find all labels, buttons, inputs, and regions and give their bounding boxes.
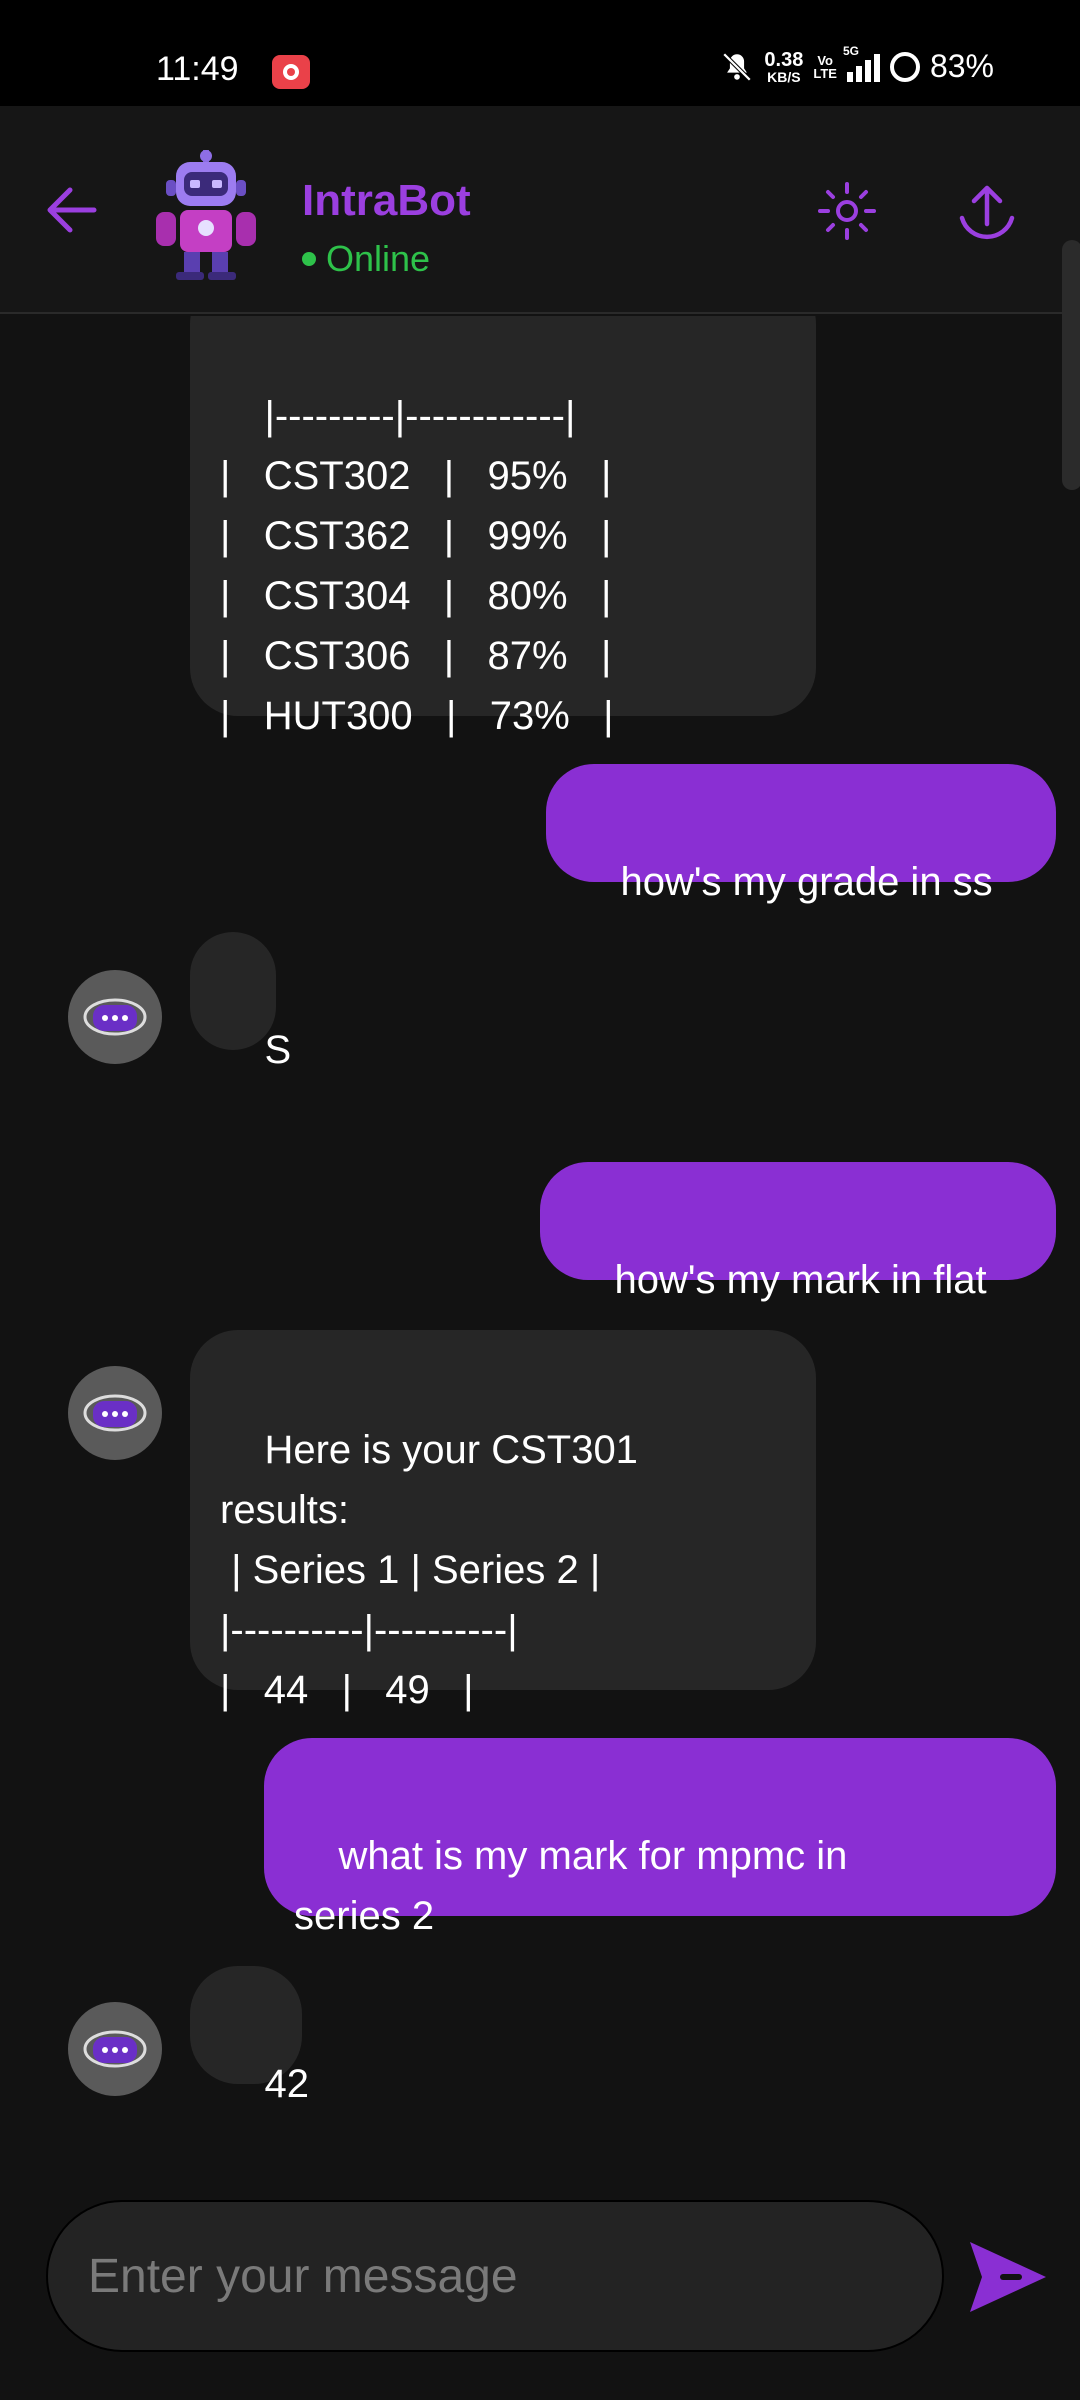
bot-message-text: |---------|------------| | CST302 | 95% … [220,394,614,738]
bot-name: IntraBot [302,176,471,225]
notifications-muted-icon [723,52,752,81]
user-message: what is my mark for mpmc in series 2 [264,1738,1056,1938]
bot-message-text: S [264,1028,292,1072]
network-speed: 0.38 KB/S [764,48,804,85]
bot-avatar [156,150,256,280]
user-message-text: how's my grade in ss [620,860,993,904]
user-message: how's my mark in flat [540,1162,1056,1302]
user-message-text: how's my mark in flat [614,1258,987,1302]
bot-message-text: Here is your CST301 results: | Series 1 … [220,1428,638,1712]
bot-face-icon [83,2030,147,2068]
bot-message: 42 [190,1966,309,2106]
bot-message: Here is your CST301 results: | Series 1 … [190,1330,816,1712]
bot-mini-avatar [68,970,162,1064]
bot-message-text: 42 [264,2062,309,2106]
signal-icon: 5G [843,44,880,82]
status-bar: 11:49 0.38 KB/S Vo LTE 5G 83% [0,0,1080,106]
bot-message: S [190,932,291,1072]
chat-header: IntraBot Online [0,106,1080,314]
bot-mini-avatar [68,2002,162,2096]
message-composer [46,2200,944,2352]
battery-icon [889,51,920,82]
theme-toggle-icon[interactable] [812,176,882,246]
bot-mini-avatar [68,1366,162,1460]
status-icons: 0.38 KB/S Vo LTE 5G 83% [720,44,994,85]
online-dot-icon [302,252,316,266]
volte-indicator: Vo LTE [813,52,837,81]
bot-message: |---------|------------| | CST302 | 95% … [190,316,816,738]
back-arrow-icon[interactable] [36,174,108,246]
status-time: 11:49 [156,50,239,88]
user-message: how's my grade in ss [546,764,1056,904]
user-message-text: what is my mark for mpmc in series 2 [294,1834,848,1938]
bot-face-icon [83,998,147,1036]
battery-percent: 83% [929,48,994,84]
chat-messages[interactable]: |---------|------------| | CST302 | 95% … [0,316,1080,2176]
message-input[interactable] [88,2202,908,2350]
bot-face-icon [83,1394,147,1432]
screen-record-icon [272,55,310,89]
share-upload-icon[interactable] [952,176,1022,246]
bot-status: Online [326,238,431,279]
send-icon[interactable] [962,2232,1052,2322]
